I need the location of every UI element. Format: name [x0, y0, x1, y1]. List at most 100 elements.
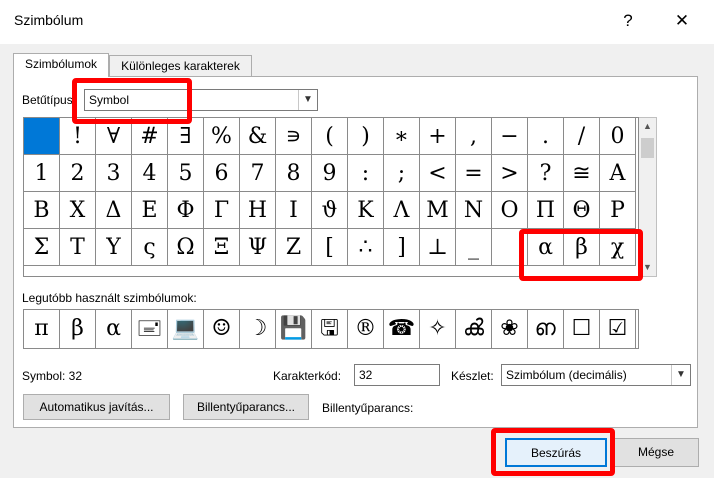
symbol-cell[interactable]: Θ: [564, 192, 600, 229]
symbol-cell[interactable]: ∴: [348, 229, 384, 266]
symbol-cell[interactable]: Υ: [96, 229, 132, 266]
recent-symbol-cell[interactable]: ®: [348, 310, 384, 348]
symbol-cell[interactable]: Β: [24, 192, 60, 229]
close-button[interactable]: ✕: [664, 6, 700, 36]
recent-symbol-cell[interactable]: 💻: [168, 310, 204, 348]
symbol-cell[interactable]: ∀: [96, 118, 132, 155]
symbol-cell[interactable]: Λ: [384, 192, 420, 229]
symbol-cell[interactable]: ,: [456, 118, 492, 155]
symbol-grid-scrollbar[interactable]: ▲ ▼: [639, 117, 657, 277]
symbol-cell[interactable]: 0: [600, 118, 636, 155]
recent-symbol-cell[interactable]: ☐: [564, 310, 600, 348]
recent-symbol-cell[interactable]: ☽: [240, 310, 276, 348]
symbol-cell[interactable]: Ν: [456, 192, 492, 229]
symbol-grid[interactable]: ! ∀ # ∃% & ∍() ∗ +, −./0 1 2 3 4 5 6 7 8 9:; < = >? ≅ Α Β Χ Δ Ε Φ Γ Η…: [23, 117, 639, 277]
scroll-up-icon[interactable]: ▲: [639, 118, 656, 135]
symbol-cell[interactable]: /: [564, 118, 600, 155]
character-code-input[interactable]: 32: [354, 364, 440, 386]
symbol-cell[interactable]: 9: [312, 155, 348, 192]
symbol-cell[interactable]: =: [456, 155, 492, 192]
recent-symbols[interactable]: π β α 🖃 💻 ☺ ☽ 💾 🖫 ® ☎ ✧ ൿ ❀ ഩ ☐ ☑: [23, 309, 639, 349]
symbol-cell[interactable]: [24, 118, 60, 155]
tab-special-characters[interactable]: Különleges karakterek: [109, 55, 252, 76]
recent-symbol-cell[interactable]: ൿ: [456, 310, 492, 348]
symbol-cell[interactable]: Ψ: [240, 229, 276, 266]
symbol-cell[interactable]: ]: [384, 229, 420, 266]
font-dropdown[interactable]: Symbol ▼: [84, 89, 318, 111]
symbol-cell[interactable]: Ζ: [276, 229, 312, 266]
symbol-cell[interactable]: Σ: [24, 229, 60, 266]
symbol-cell[interactable]: (: [312, 118, 348, 155]
symbol-cell[interactable]: 7: [240, 155, 276, 192]
symbol-cell[interactable]: [492, 229, 528, 266]
symbol-cell[interactable]: Ρ: [600, 192, 636, 229]
recent-symbol-cell[interactable]: ☎: [384, 310, 420, 348]
recent-symbol-cell[interactable]: ❀: [492, 310, 528, 348]
cancel-button[interactable]: Mégse: [613, 438, 699, 467]
symbol-cell[interactable]: ϑ: [312, 192, 348, 229]
symbol-cell[interactable]: &: [240, 118, 276, 155]
symbol-cell[interactable]: 5: [168, 155, 204, 192]
symbol-cell[interactable]: >: [492, 155, 528, 192]
recent-symbol-cell[interactable]: ☺: [204, 310, 240, 348]
recent-symbol-cell[interactable]: ☑: [600, 310, 636, 348]
symbol-cell[interactable]: 2: [60, 155, 96, 192]
symbol-cell[interactable]: %: [204, 118, 240, 155]
scroll-thumb[interactable]: [641, 138, 654, 158]
symbol-cell[interactable]: ς: [132, 229, 168, 266]
symbol-cell[interactable]: ≅: [564, 155, 600, 192]
symbol-cell[interactable]: χ: [600, 229, 636, 266]
symbol-cell[interactable]: Μ: [420, 192, 456, 229]
recent-symbol-cell[interactable]: α: [96, 310, 132, 348]
recent-symbol-cell[interactable]: β: [60, 310, 96, 348]
symbol-cell[interactable]: Κ: [348, 192, 384, 229]
recent-symbol-cell[interactable]: ഩ: [528, 310, 564, 348]
symbol-cell[interactable]: 4: [132, 155, 168, 192]
symbol-cell[interactable]: Ο: [492, 192, 528, 229]
symbol-cell[interactable]: 3: [96, 155, 132, 192]
chevron-down-icon[interactable]: ▼: [671, 365, 690, 385]
symbol-cell[interactable]: ∍: [276, 118, 312, 155]
symbol-cell[interactable]: Χ: [60, 192, 96, 229]
autocorrect-button[interactable]: Automatikus javítás...: [23, 394, 170, 420]
symbol-cell[interactable]: :: [348, 155, 384, 192]
symbol-cell[interactable]: Δ: [96, 192, 132, 229]
symbol-cell[interactable]: Ι: [276, 192, 312, 229]
symbol-cell[interactable]: 6: [204, 155, 240, 192]
symbol-cell[interactable]: !: [60, 118, 96, 155]
symbol-cell[interactable]: Τ: [60, 229, 96, 266]
symbol-cell[interactable]: <: [420, 155, 456, 192]
symbol-cell[interactable]: Ω: [168, 229, 204, 266]
insert-button[interactable]: Beszúrás: [505, 438, 607, 467]
symbol-cell[interactable]: β: [564, 229, 600, 266]
symbol-cell[interactable]: ∗: [384, 118, 420, 155]
symbol-cell[interactable]: Ε: [132, 192, 168, 229]
symbol-cell[interactable]: Γ: [204, 192, 240, 229]
symbol-cell[interactable]: +: [420, 118, 456, 155]
symbol-cell[interactable]: _: [456, 229, 492, 266]
shortcut-key-button[interactable]: Billentyűparancs...: [183, 394, 309, 420]
symbol-cell[interactable]: #: [132, 118, 168, 155]
recent-symbol-cell[interactable]: ✧: [420, 310, 456, 348]
recent-symbol-cell[interactable]: 🖃: [132, 310, 168, 348]
chevron-down-icon[interactable]: ▼: [298, 90, 317, 110]
subset-dropdown[interactable]: Szimbólum (decimális) ▼: [501, 364, 691, 386]
symbol-cell[interactable]: Φ: [168, 192, 204, 229]
symbol-cell[interactable]: Ξ: [204, 229, 240, 266]
recent-symbol-cell[interactable]: 🖫: [312, 310, 348, 348]
symbol-cell[interactable]: ): [348, 118, 384, 155]
symbol-cell[interactable]: −: [492, 118, 528, 155]
tab-symbols[interactable]: Szimbólumok: [13, 53, 109, 77]
symbol-cell[interactable]: ∃: [168, 118, 204, 155]
symbol-cell[interactable]: .: [528, 118, 564, 155]
symbol-cell[interactable]: Η: [240, 192, 276, 229]
help-button[interactable]: ?: [612, 6, 644, 36]
recent-symbol-cell[interactable]: 💾: [276, 310, 312, 348]
symbol-cell[interactable]: 1: [24, 155, 60, 192]
symbol-cell[interactable]: ?: [528, 155, 564, 192]
symbol-cell[interactable]: Π: [528, 192, 564, 229]
symbol-cell[interactable]: ;: [384, 155, 420, 192]
symbol-cell[interactable]: α: [528, 229, 564, 266]
symbol-cell[interactable]: [: [312, 229, 348, 266]
symbol-cell[interactable]: ⊥: [420, 229, 456, 266]
